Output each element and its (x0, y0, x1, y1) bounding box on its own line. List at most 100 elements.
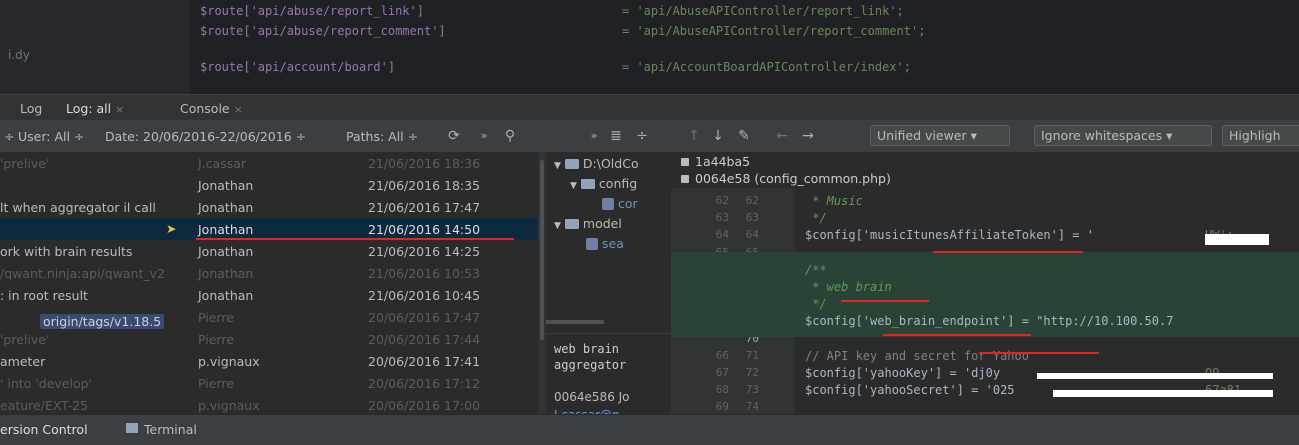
tree-node-config[interactable]: ▼ config (570, 176, 637, 191)
editor-gutter-label: i.dy (8, 48, 30, 62)
line-number-left: 67 (715, 366, 729, 379)
lock-icon (681, 158, 689, 166)
diff-header: 1a44ba5 0064e58 (config_common.php) (671, 152, 1299, 188)
line-number-right: 73 (745, 383, 759, 396)
more-icon[interactable]: » (474, 126, 494, 146)
table-row[interactable]: eature/EXT-25 p.vignaux 20/06/2016 17:00 (0, 394, 545, 416)
tree-node-file[interactable]: sea (586, 236, 624, 251)
table-row[interactable]: 'prelive' Pierre 20/06/2016 17:44 (0, 328, 545, 350)
tree-node-model[interactable]: ▼ model (554, 216, 622, 231)
code-line-value: = 'api/AbuseAPIController/report_link'; (622, 4, 904, 18)
diff-line: */ (805, 211, 827, 225)
user-filter[interactable]: User: All ÷ (18, 129, 84, 144)
annotation-underline (883, 334, 1031, 336)
line-number-left: 69 (715, 400, 729, 413)
table-row[interactable]: /qwant.ninja:api/qwant_v2 Jonathan 21/06/2… (0, 262, 545, 284)
code-line: $route['api/abuse/report_link'] (200, 4, 424, 18)
table-row[interactable]: ork with brain results Jonathan 21/06/2016… (0, 240, 545, 262)
diff-line: $config['musicItunesAffiliateToken'] = '… (805, 228, 1234, 242)
line-number-right: 63 (745, 211, 759, 224)
diff-line: $config['yahooKey'] = 'dj0yQ9 (805, 366, 1219, 380)
whitespace-select[interactable]: Ignore whitespaces ▾ (1034, 125, 1212, 146)
line-number-right: 74 (745, 400, 759, 413)
commit-hash-author: 0064e586 Jo (554, 390, 630, 404)
annotation-underline (979, 352, 1099, 354)
date-filter[interactable]: Date: 20/06/2016-22/06/2016 ÷ (105, 129, 306, 144)
code-editor[interactable]: i.dy $route['api/abuse/report_link'] = '… (0, 0, 1299, 94)
php-file-icon (586, 238, 598, 250)
diff-line: * Music (805, 194, 863, 208)
next-difference-icon[interactable]: ↓ (708, 126, 728, 146)
viewer-mode-select[interactable]: Unified viewer ▾ (870, 125, 1010, 146)
revision-left: 1a44ba5 (681, 154, 750, 169)
close-icon[interactable]: × (234, 103, 243, 116)
version-control-tab[interactable]: ersion Control (0, 422, 88, 437)
line-number-right: 71 (745, 349, 759, 362)
tab-console[interactable]: Console × (180, 101, 243, 116)
table-row[interactable]: : in root result Jonathan 21/06/2016 10:45 (0, 284, 545, 306)
search-icon[interactable]: ⚲ (500, 126, 520, 146)
tab-log-all[interactable]: Log: all × (66, 101, 124, 116)
diff-viewer[interactable]: 1a44ba5 0064e58 (config_common.php) 62 62… (671, 152, 1299, 414)
commit-message: web brain (554, 342, 620, 356)
code-line: $route['api/account/board'] (200, 60, 396, 74)
expand-all-icon[interactable]: ≣ (606, 126, 626, 146)
chevron-down-icon[interactable]: ▼ (570, 181, 577, 191)
commit-details: web brain aggregator 0064e586 Jo J.cassa… (546, 333, 671, 422)
close-icon[interactable]: × (115, 103, 124, 116)
terminal-icon (126, 423, 138, 433)
table-row[interactable]: Jonathan 21/06/2016 18:35 (0, 174, 545, 196)
refresh-icon[interactable]: ⟳ (444, 126, 464, 146)
table-row[interactable]: lt when aggregator il call Jonathan 21/06/… (0, 196, 545, 218)
line-number-left: 62 (715, 194, 729, 207)
line-number-left: 68 (715, 383, 729, 396)
tag-badge: origin/tags/v1.18.5 (40, 314, 165, 329)
previous-difference-icon[interactable]: ↑ (684, 126, 704, 146)
php-file-icon (602, 198, 614, 210)
tab-log[interactable]: Log (20, 101, 42, 116)
chevron-down-icon[interactable]: ▼ (554, 221, 561, 231)
diff-line: * web brain (805, 280, 892, 294)
revision-right: 0064e58 (config_common.php) (681, 171, 891, 186)
paths-filter[interactable]: Paths: All ÷ (346, 129, 418, 144)
terminal-tab[interactable]: Terminal (144, 422, 197, 437)
folder-icon (580, 179, 595, 189)
table-row[interactable]: ameter p.vignaux 20/06/2016 17:41 (0, 350, 545, 372)
line-number-left: 66 (715, 349, 729, 362)
line-number-right: 62 (745, 194, 759, 207)
line-number-right: 72 (745, 366, 759, 379)
splitter-handle[interactable] (546, 320, 604, 324)
collapse-all-icon[interactable]: ÷ (632, 126, 652, 146)
log-scrollbar[interactable] (538, 152, 546, 414)
redaction (1037, 373, 1273, 379)
line-number-left: 63 (715, 211, 729, 224)
chevron-down-icon[interactable]: ▼ (554, 161, 561, 171)
folder-icon (564, 159, 579, 169)
tool-window-strip: ersion Control Terminal (0, 414, 1299, 445)
tree-node-file[interactable]: cor (602, 196, 638, 211)
diff-line: $config['web_brain_endpoint'] = "http://… (805, 314, 1174, 328)
filter-prefix[interactable]: ÷ (4, 129, 14, 144)
redaction (1053, 390, 1273, 397)
scrollbar-thumb[interactable] (540, 160, 544, 340)
tree-node-root[interactable]: ▼ D:\OldCo (554, 156, 639, 171)
lock-icon (681, 175, 689, 183)
annotation-underline (841, 300, 929, 302)
commit-log[interactable]: 'prelive' J.cassar 21/06/2016 18:36 Jonath… (0, 152, 545, 414)
more-icon[interactable]: » (584, 126, 604, 146)
tag-icon: ➤ (166, 221, 177, 236)
redaction (1205, 234, 1269, 245)
table-row[interactable]: ' into 'develop' Pierre 20/06/2016 17:12 (0, 372, 545, 394)
table-row[interactable]: origin/tags/v1.18.5 Pierre 20/06/2016 17:4… (0, 306, 545, 329)
back-icon[interactable]: ← (772, 126, 792, 146)
diff-line: $config['yahooSecret'] = '02567a81 (805, 383, 1241, 397)
commit-message: aggregator (554, 358, 627, 372)
line-number-right: 64 (745, 228, 759, 241)
forward-icon[interactable]: → (798, 126, 818, 146)
table-row[interactable]: 'prelive' J.cassar 21/06/2016 18:36 (0, 152, 545, 174)
highlight-select[interactable]: Highligh (1222, 125, 1299, 146)
table-row-selected[interactable]: ➤ Jonathan 21/06/2016 14:50 (0, 218, 545, 240)
log-toolbar: ÷ User: All ÷ Date: 20/06/2016-22/06/201… (0, 120, 1299, 153)
edit-icon[interactable]: ✎ (734, 126, 754, 146)
folder-icon (564, 219, 579, 229)
